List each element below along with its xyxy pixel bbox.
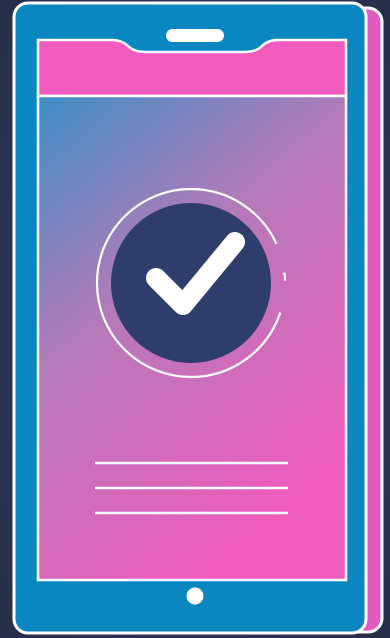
home-button <box>186 587 204 605</box>
phone-success-illustration <box>12 1 384 635</box>
speaker-slot <box>166 29 224 42</box>
illustration-canvas <box>0 0 390 638</box>
